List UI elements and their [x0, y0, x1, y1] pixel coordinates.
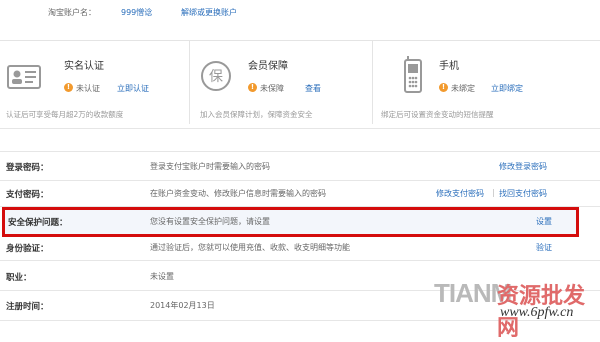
row-key: 安全保护问题：: [8, 218, 68, 228]
link-separator: |: [492, 188, 495, 197]
warning-icon: !: [248, 83, 257, 92]
bind-now-link[interactable]: 立即绑定: [491, 83, 523, 94]
change-login-password-link[interactable]: 修改登录密码: [499, 161, 547, 172]
row-key: 身份验证：: [6, 244, 49, 254]
verify-now-link[interactable]: 立即认证: [117, 83, 149, 94]
row-security-question: 安全保护问题： 您没有设置安全保护问题，请设置 设置: [0, 210, 600, 234]
phone-icon: [404, 56, 422, 93]
account-label: 淘宝账户名：: [48, 8, 96, 17]
view-link[interactable]: 查看: [305, 83, 321, 94]
row-divider: [0, 180, 600, 181]
row-value: 未设置: [150, 272, 174, 281]
verification-cards: 实名认证 ! 未认证 立即认证 认证后可享受每月超2万的收款额度 保 会员保障 …: [0, 40, 600, 128]
verify-identity-link[interactable]: 验证: [536, 242, 552, 253]
row-divider: [0, 151, 600, 152]
row-key: 支付密码：: [6, 190, 49, 200]
card-title: 实名认证: [64, 61, 104, 72]
row-login-password: 登录密码： 登录支付宝账户时需要输入的密码 修改登录密码: [0, 156, 600, 180]
card-status: 未保障: [260, 84, 284, 93]
retrieve-pay-password-link[interactable]: 找回支付密码: [499, 188, 547, 199]
change-pay-password-link[interactable]: 修改支付密码: [436, 188, 484, 199]
card-status: 未认证: [76, 84, 100, 93]
row-value: 在账户资金变动、修改账户信息时需要输入的密码: [150, 189, 326, 198]
row-identity: 身份验证： 通过验证后，您就可以使用充值、收款、收支明细等功能 验证: [0, 237, 600, 261]
row-pay-password: 支付密码： 在账户资金变动、修改账户信息时需要输入的密码 修改支付密码 | 找回…: [0, 183, 600, 207]
card-member-protection: 保 会员保障 ! 未保障 查看 加入会员保障计划，保障资金安全: [190, 40, 370, 128]
row-key: 职业：: [6, 273, 32, 283]
row-key: 登录密码：: [6, 163, 49, 173]
section-divider: [0, 128, 600, 129]
row-value: 2014年02月13日: [150, 301, 215, 310]
card-title: 手机: [439, 61, 459, 72]
row-key: 注册时间：: [6, 302, 49, 312]
svg-text:保: 保: [209, 69, 223, 85]
row-value: 登录支付宝账户时需要输入的密码: [150, 162, 270, 171]
id-card-icon: [7, 65, 41, 89]
watermark-url: www.6pfw.cn: [500, 305, 574, 320]
row-divider: [0, 260, 600, 261]
warning-icon: !: [439, 83, 448, 92]
card-desc: 绑定后可设置资金变动的短信提醒: [381, 110, 494, 119]
account-bar: 淘宝账户名： 999憎谂 解绑或更换账户: [0, 0, 600, 30]
card-phone: 手机 ! 未绑定 立即绑定 绑定后可设置资金变动的短信提醒: [373, 40, 600, 128]
set-security-question-link[interactable]: 设置: [536, 216, 552, 227]
card-real-name: 实名认证 ! 未认证 立即认证 认证后可享受每月超2万的收款额度: [0, 40, 190, 128]
unbind-account-link[interactable]: 解绑或更换账户: [181, 7, 237, 18]
row-value: 您没有设置安全保护问题，请设置: [150, 217, 270, 226]
card-desc: 加入会员保障计划，保障资金安全: [200, 110, 313, 119]
row-value: 通过验证后，您就可以使用充值、收款、收支明细等功能: [150, 243, 350, 252]
warning-icon: !: [64, 83, 73, 92]
account-name-link[interactable]: 999憎谂: [121, 7, 152, 18]
card-status: 未绑定: [451, 84, 475, 93]
card-title: 会员保障: [248, 61, 288, 72]
shield-badge-icon: 保: [201, 61, 231, 91]
card-desc: 认证后可享受每月超2万的收款额度: [6, 110, 124, 119]
